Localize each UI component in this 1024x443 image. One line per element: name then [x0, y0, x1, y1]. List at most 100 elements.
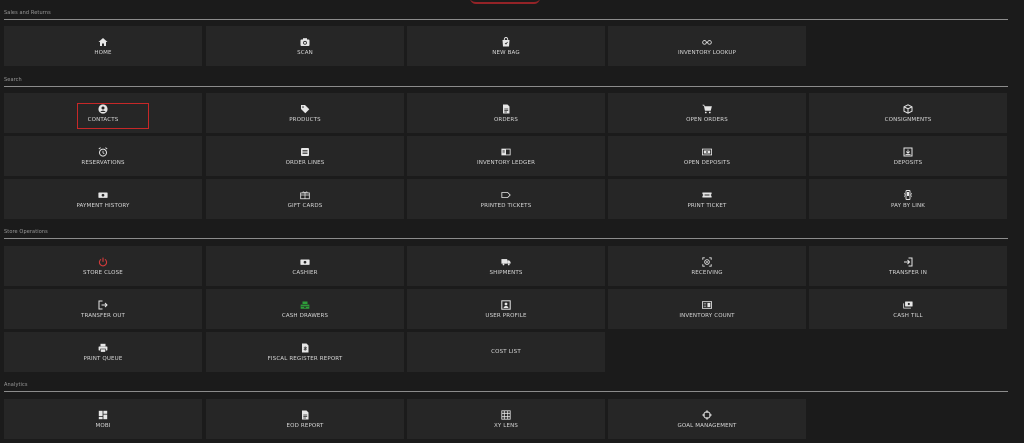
tile-open-deposits[interactable]: OPEN DEPOSITS: [608, 136, 806, 176]
tile-print-ticket[interactable]: PRINT TICKET: [608, 179, 806, 219]
cart-icon: [702, 104, 712, 113]
tile-label: EOD REPORT: [286, 422, 324, 429]
tile-label: ORDER LINES: [285, 159, 325, 166]
tile-open-orders[interactable]: OPEN ORDERS: [608, 93, 806, 133]
document-icon: [302, 410, 309, 419]
brand-logo-fragment: [470, 0, 540, 4]
tile-label: SCAN: [297, 49, 313, 56]
tile-cashier[interactable]: CASHIER: [206, 246, 404, 286]
user-icon: [98, 103, 108, 114]
camera-icon: [300, 37, 310, 46]
tile-label: USER PROFILE: [485, 312, 527, 319]
tile-fiscal-register-report[interactable]: FISCAL REGISTER REPORT: [206, 332, 404, 372]
logout-icon: [98, 300, 108, 309]
tile-transfer-out[interactable]: TRANSFER OUT: [4, 289, 202, 329]
tile-deposits[interactable]: DEPOSITS: [809, 136, 1007, 176]
crosshair-icon: [702, 409, 712, 420]
receiving-icon: [702, 256, 712, 267]
tile-new-bag[interactable]: NEW BAG: [407, 26, 605, 66]
tile-eod-report[interactable]: EOD REPORT: [206, 399, 404, 439]
gift-icon: [300, 191, 310, 199]
tile-order-lines[interactable]: ORDER LINES: [206, 136, 404, 176]
tile-label: OPEN DEPOSITS: [683, 159, 731, 166]
bag-icon: [502, 36, 510, 46]
deposit-icon: [702, 148, 712, 155]
label-icon: [501, 191, 511, 198]
tile-inventory-count[interactable]: INVENTORY COUNT: [608, 289, 806, 329]
tile-goal-management[interactable]: GOAL MANAGEMENT: [608, 399, 806, 439]
tile-transfer-in[interactable]: TRANSFER IN: [809, 246, 1007, 286]
section-title-search: Search: [4, 77, 22, 83]
tile-label: STORE CLOSE: [83, 269, 123, 276]
tile-label: NEW BAG: [492, 49, 520, 56]
list-icon: [301, 147, 309, 156]
tile-label: PAYMENT HISTORY: [76, 202, 130, 209]
tile-user-profile[interactable]: USER PROFILE: [407, 289, 605, 329]
tile-pay-by-link[interactable]: PAY BY LINK: [809, 179, 1007, 219]
tile-payment-history[interactable]: PAYMENT HISTORY: [4, 179, 202, 219]
tile-print-queue[interactable]: PRINT QUEUE: [4, 332, 202, 372]
tile-contacts[interactable]: CONTACTS: [4, 93, 202, 133]
tile-shipments[interactable]: SHIPMENTS: [407, 246, 605, 286]
phone-pay-icon: [903, 189, 913, 200]
section-divider: [4, 238, 1008, 239]
tile-label: MOBI: [95, 422, 111, 429]
box-icon: [903, 103, 913, 114]
tile-label: TRANSFER IN: [889, 269, 927, 276]
tile-label: RECEIVING: [691, 269, 723, 276]
ledger-icon: [501, 148, 511, 155]
tile-label: HOME: [94, 49, 112, 56]
tile-label: PRINTED TICKETS: [480, 202, 532, 209]
tile-reservations[interactable]: RESERVATIONS: [4, 136, 202, 176]
till-icon: [903, 301, 913, 309]
tile-label: SHIPMENTS: [489, 269, 523, 276]
tile-inventory-lookup[interactable]: INVENTORY LOOKUP: [608, 26, 806, 66]
tile-label: PRODUCTS: [289, 116, 321, 123]
tile-label: PRINT QUEUE: [83, 355, 123, 362]
tile-label: DEPOSITS: [893, 159, 923, 166]
cash-drawer-icon: [300, 301, 310, 309]
tile-cash-drawers[interactable]: CASH DRAWERS: [206, 289, 404, 329]
section-divider: [4, 19, 1008, 20]
tile-receiving[interactable]: RECEIVING: [608, 246, 806, 286]
tile-scan[interactable]: SCAN: [206, 26, 404, 66]
tile-orders[interactable]: ORDERS: [407, 93, 605, 133]
login-icon: [904, 257, 913, 266]
tile-label: PRINT TICKET: [687, 202, 727, 209]
tile-label: ORDERS: [493, 116, 519, 123]
power-icon: [98, 257, 108, 266]
section-divider: [4, 86, 1008, 87]
tile-mobi[interactable]: MOBI: [4, 399, 202, 439]
alarm-clock-icon: [98, 146, 108, 157]
tile-cost-list[interactable]: COST LIST: [407, 332, 605, 372]
section-title-analytics: Analytics: [4, 382, 28, 388]
tile-xy-lens[interactable]: XY LENS: [407, 399, 605, 439]
deposit-box-icon: [903, 147, 913, 156]
grid-icon: [501, 409, 511, 420]
tile-store-close[interactable]: STORE CLOSE: [4, 246, 202, 286]
count-icon: [702, 300, 712, 309]
tile-label: OPEN ORDERS: [686, 116, 728, 123]
tile-label: TRANSFER OUT: [80, 312, 126, 319]
cash-icon: [98, 192, 108, 198]
section-title-store-operations: Store Operations: [4, 229, 48, 235]
report-icon: [302, 343, 309, 352]
tile-products[interactable]: PRODUCTS: [206, 93, 404, 133]
tile-cash-till[interactable]: CASH TILL: [809, 289, 1007, 329]
tile-label: INVENTORY LOOKUP: [677, 49, 737, 56]
tile-label: COST LIST: [491, 349, 521, 355]
tile-inventory-ledger[interactable]: INVENTORY LEDGER: [407, 136, 605, 176]
home-icon: [98, 37, 108, 46]
tile-label: GIFT CARDS: [287, 202, 323, 209]
tile-gift-cards[interactable]: GIFT CARDS: [206, 179, 404, 219]
tile-label: GOAL MANAGEMENT: [677, 422, 737, 429]
tile-printed-tickets[interactable]: PRINTED TICKETS: [407, 179, 605, 219]
tile-label: CASHIER: [292, 269, 318, 276]
tile-consignments[interactable]: CONSIGNMENTS: [809, 93, 1007, 133]
tile-home[interactable]: HOME: [4, 26, 202, 66]
tile-label: CONSIGNMENTS: [884, 116, 932, 123]
section-divider: [4, 391, 1008, 392]
tag-icon: [301, 104, 310, 113]
ticket-icon: [702, 192, 712, 197]
truck-icon: [501, 258, 511, 265]
